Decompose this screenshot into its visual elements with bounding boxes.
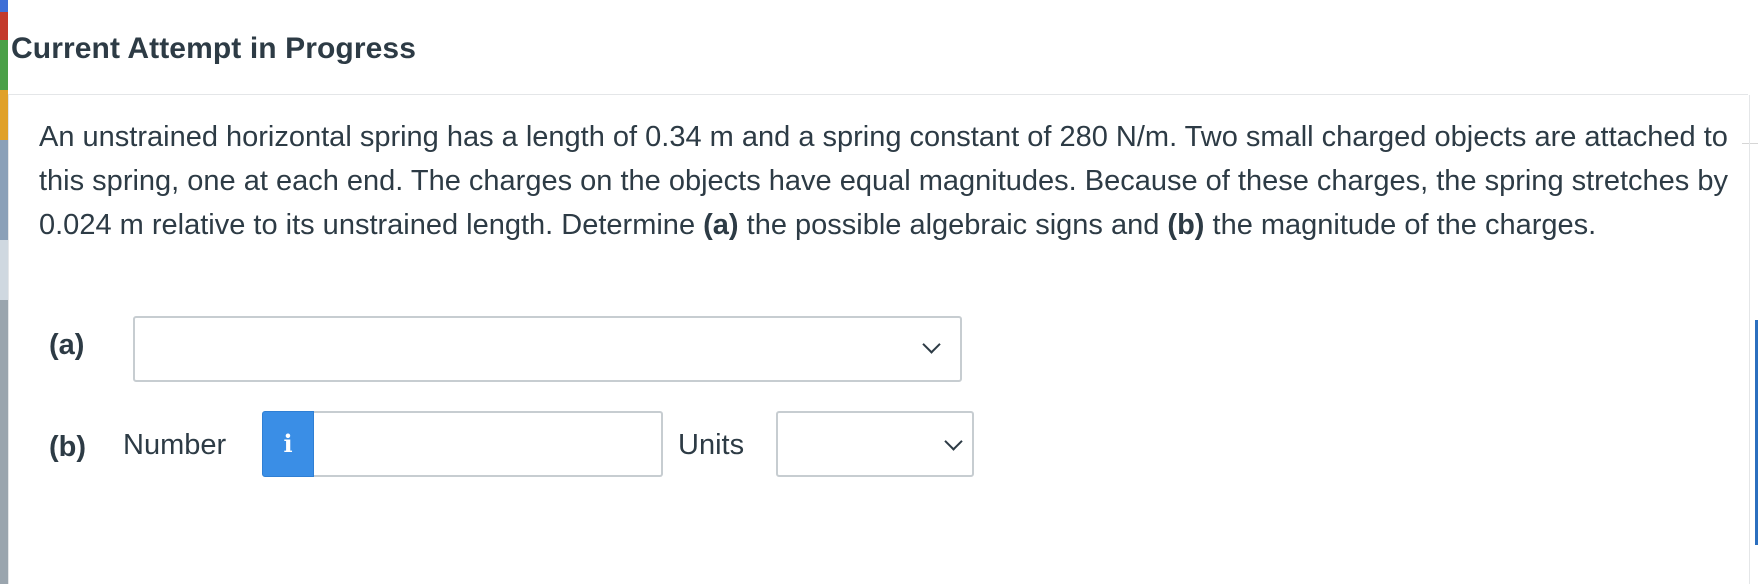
question-card: An unstrained horizontal spring has a le… bbox=[8, 95, 1750, 584]
background-window-edge bbox=[0, 0, 8, 584]
question-text-part-3: the magnitude of the charges. bbox=[1204, 209, 1597, 241]
number-label: Number bbox=[123, 429, 227, 461]
number-input[interactable] bbox=[314, 411, 663, 477]
chevron-down-icon bbox=[922, 335, 941, 354]
sign-select[interactable] bbox=[133, 316, 962, 382]
part-a-label: (a) bbox=[49, 329, 85, 361]
attempt-header: Current Attempt in Progress bbox=[8, 0, 1748, 95]
question-text: An unstrained horizontal spring has a le… bbox=[39, 115, 1739, 247]
units-select[interactable] bbox=[776, 411, 974, 477]
units-label: Units bbox=[678, 429, 745, 461]
page-title: Current Attempt in Progress bbox=[11, 32, 416, 65]
question-label-b: (b) bbox=[1167, 209, 1205, 241]
question-text-part-2: the possible algebraic signs and bbox=[738, 209, 1168, 241]
question-label-a: (a) bbox=[703, 209, 739, 241]
part-b-label: (b) bbox=[49, 431, 87, 463]
question-page: Current Attempt in Progress An unstraine… bbox=[0, 0, 1758, 584]
info-icon[interactable]: i bbox=[262, 411, 314, 477]
chevron-down-icon bbox=[944, 432, 963, 451]
